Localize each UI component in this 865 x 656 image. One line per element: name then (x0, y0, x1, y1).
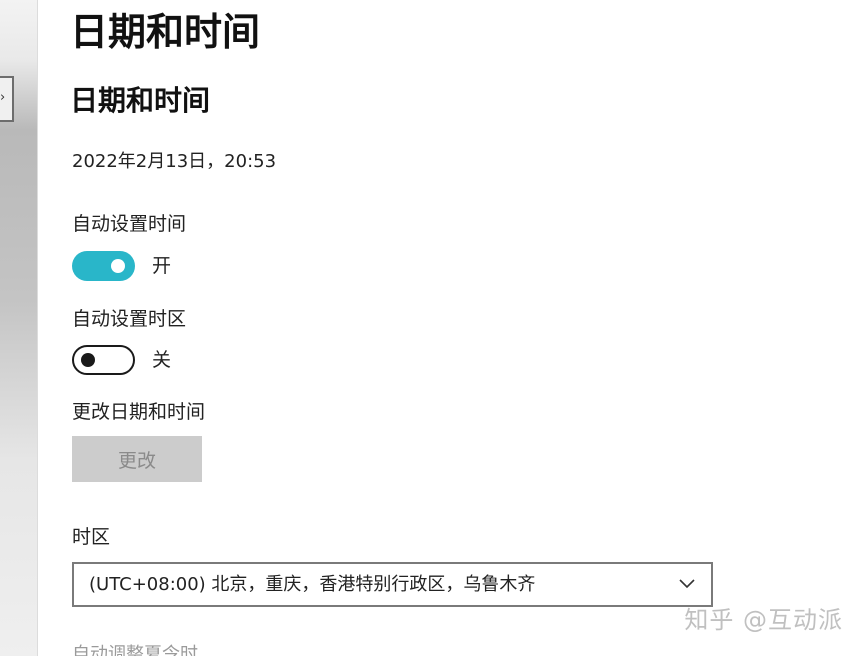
change-datetime-label: 更改日期和时间 (72, 401, 206, 423)
toggle-knob (81, 353, 95, 367)
auto-time-label: 自动设置时间 (72, 213, 187, 235)
toggle-knob (111, 259, 125, 273)
date-time-settings-panel: 日期和时间 日期和时间 2022年2月13日，20:53 自动设置时间 开 自动… (70, 0, 865, 656)
auto-timezone-label: 自动设置时区 (72, 308, 187, 330)
page-title: 日期和时间 (70, 10, 261, 54)
navigation-pane-edge: › (0, 0, 38, 656)
chevron-down-icon (679, 579, 695, 589)
auto-time-toggle[interactable] (72, 251, 135, 281)
auto-time-state: 开 (152, 255, 172, 277)
timezone-dropdown[interactable]: (UTC+08:00) 北京，重庆，香港特别行政区，乌鲁木齐 (72, 562, 713, 607)
auto-timezone-toggle[interactable] (72, 345, 135, 375)
auto-timezone-state: 关 (152, 349, 172, 371)
timezone-selected-value: (UTC+08:00) 北京，重庆，香港特别行政区，乌鲁木齐 (89, 574, 536, 595)
watermark: 知乎 @互动派 (684, 606, 843, 634)
current-datetime: 2022年2月13日，20:53 (72, 151, 277, 172)
daylight-saving-label: 自动调整夏令时 (72, 644, 198, 656)
back-arrow-icon: › (0, 90, 6, 105)
section-title: 日期和时间 (70, 84, 211, 117)
timezone-label: 时区 (72, 526, 111, 548)
change-datetime-button[interactable]: 更改 (72, 436, 202, 482)
